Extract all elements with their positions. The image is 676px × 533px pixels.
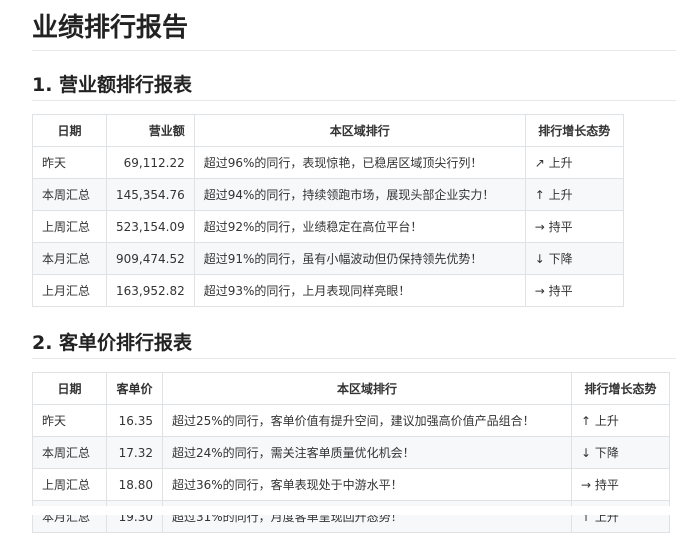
column-header-revenue: 营业额 bbox=[106, 114, 195, 147]
table-row: 本周汇总 145,354.76 超过94%的同行，持续领跑市场，展现头部企业实力… bbox=[32, 178, 624, 211]
cell-regional-rank: 超过36%的同行，客单表现处于中游水平！ bbox=[162, 468, 572, 501]
cell-revenue: 145,354.76 bbox=[106, 178, 195, 211]
cell-date: 昨天 bbox=[32, 404, 107, 437]
cell-rank-trend: ↑ 上升 bbox=[524, 178, 624, 211]
table-row: 昨天 69,112.22 超过96%的同行，表现惊艳，已稳居区域顶尖行列！ ↗ … bbox=[32, 146, 624, 179]
cell-date: 本周汇总 bbox=[32, 178, 107, 211]
table-row: 本月汇总 909,474.52 超过91%的同行，虽有小幅波动但仍保持领先优势！… bbox=[32, 242, 624, 275]
cell-regional-rank: 超过92%的同行，业绩稳定在高位平台！ bbox=[193, 210, 526, 243]
cell-regional-rank: 超过91%的同行，虽有小幅波动但仍保持领先优势！ bbox=[193, 242, 526, 275]
cell-revenue: 69,112.22 bbox=[106, 146, 195, 179]
cell-regional-rank: 超过94%的同行，持续领跑市场，展现头部企业实力！ bbox=[193, 178, 526, 211]
column-header-regional-rank: 本区域排行 bbox=[162, 372, 572, 405]
cell-date: 上月汇总 bbox=[32, 274, 107, 307]
cell-rank-trend: ↑ 上升 bbox=[571, 404, 670, 437]
column-header-rank-trend: 排行增长态势 bbox=[571, 372, 670, 405]
column-header-rank-trend: 排行增长态势 bbox=[524, 114, 624, 147]
section-title-revenue: 1. 营业额排行报表 bbox=[32, 70, 676, 101]
cell-date: 上周汇总 bbox=[32, 468, 107, 501]
cell-avg-order-value: 18.80 bbox=[106, 468, 163, 501]
cell-rank-trend: ↗ 上升 bbox=[524, 146, 624, 179]
table-row: 上月汇总 163,952.82 超过93%的同行，上月表现同样亮眼！ → 持平 bbox=[32, 274, 624, 307]
table-header-row: 日期 客单价 本区域排行 排行增长态势 bbox=[32, 372, 670, 405]
table-row: 本周汇总 17.32 超过24%的同行，需关注客单质量优化机会！ ↓ 下降 bbox=[32, 436, 670, 469]
column-header-avg-order-value: 客单价 bbox=[106, 372, 163, 405]
cell-rank-trend: ↓ 下降 bbox=[524, 242, 624, 275]
cell-rank-trend: → 持平 bbox=[524, 210, 624, 243]
viewport-bottom-edge bbox=[0, 506, 676, 515]
table-header-row: 日期 营业额 本区域排行 排行增长态势 bbox=[32, 114, 624, 147]
cell-regional-rank: 超过93%的同行，上月表现同样亮眼！ bbox=[193, 274, 526, 307]
table-row: 上周汇总 523,154.09 超过92%的同行，业绩稳定在高位平台！ → 持平 bbox=[32, 210, 624, 243]
column-header-date: 日期 bbox=[32, 372, 107, 405]
cell-date: 昨天 bbox=[32, 146, 107, 179]
cell-regional-rank: 超过96%的同行，表现惊艳，已稳居区域顶尖行列！ bbox=[193, 146, 526, 179]
section-title-avg-order-value: 2. 客单价排行报表 bbox=[32, 328, 676, 359]
cell-revenue: 523,154.09 bbox=[106, 210, 195, 243]
cell-avg-order-value: 17.32 bbox=[106, 436, 163, 469]
cell-avg-order-value: 16.35 bbox=[106, 404, 163, 437]
cell-regional-rank: 超过24%的同行，需关注客单质量优化机会！ bbox=[162, 436, 572, 469]
cell-rank-trend: ↓ 下降 bbox=[571, 436, 670, 469]
cell-revenue: 909,474.52 bbox=[106, 242, 195, 275]
cell-date: 上周汇总 bbox=[32, 210, 107, 243]
page-title: 业绩排行报告 bbox=[32, 0, 676, 51]
cell-date: 本月汇总 bbox=[32, 242, 107, 275]
revenue-ranking-table: 日期 营业额 本区域排行 排行增长态势 昨天 69,112.22 超过96%的同… bbox=[32, 114, 624, 307]
cell-rank-trend: → 持平 bbox=[524, 274, 624, 307]
column-header-regional-rank: 本区域排行 bbox=[193, 114, 526, 147]
table-row: 昨天 16.35 超过25%的同行，客单价值有提升空间，建议加强高价值产品组合！… bbox=[32, 404, 670, 437]
cell-revenue: 163,952.82 bbox=[106, 274, 195, 307]
report-page: 业绩排行报告 1. 营业额排行报表 日期 营业额 本区域排行 排行增长态势 昨天… bbox=[32, 0, 676, 533]
cell-regional-rank: 超过25%的同行，客单价值有提升空间，建议加强高价值产品组合！ bbox=[162, 404, 572, 437]
table-row: 上周汇总 18.80 超过36%的同行，客单表现处于中游水平！ → 持平 bbox=[32, 468, 670, 501]
cell-date: 本周汇总 bbox=[32, 436, 107, 469]
column-header-date: 日期 bbox=[32, 114, 107, 147]
cell-rank-trend: → 持平 bbox=[571, 468, 670, 501]
